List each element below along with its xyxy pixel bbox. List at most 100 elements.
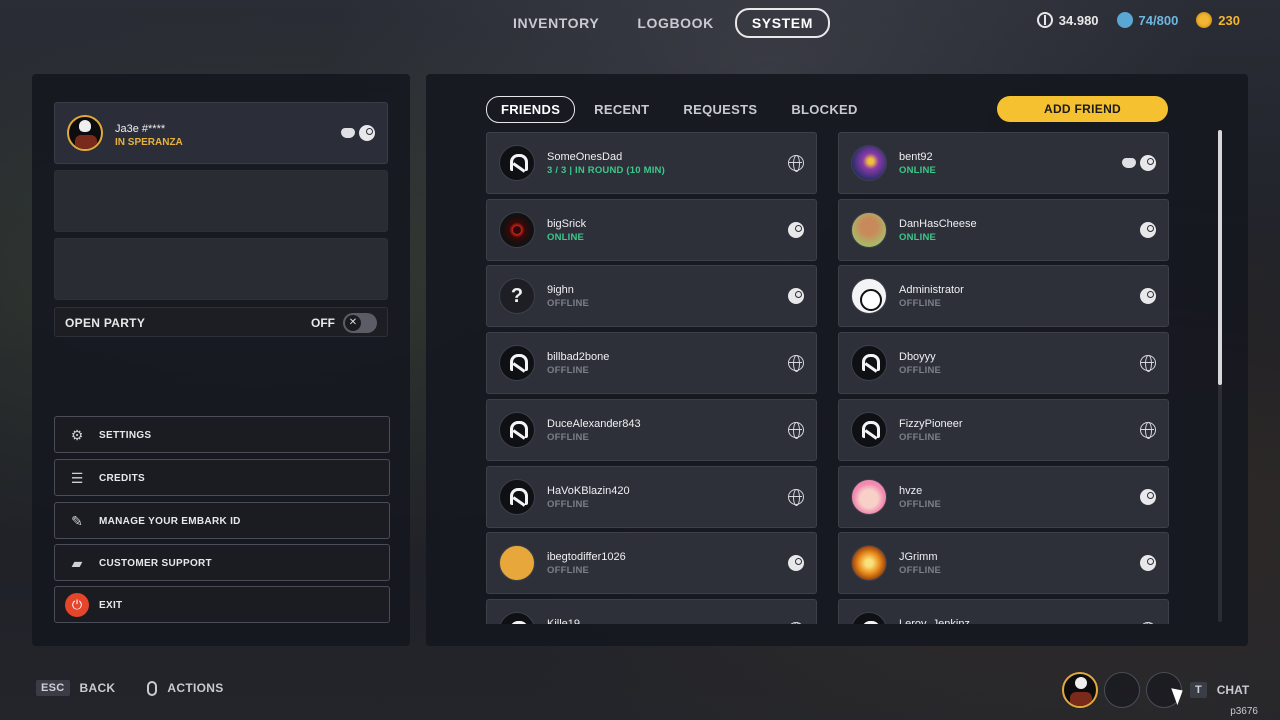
platform-icons <box>788 421 804 439</box>
tab-requests[interactable]: REQUESTS <box>668 96 772 123</box>
friend-status: OFFLINE <box>899 365 942 377</box>
open-party-toggle-row[interactable]: OPEN PARTY OFF ✕ <box>54 307 388 337</box>
add-friend-button[interactable]: ADD FRIEND <box>997 96 1168 122</box>
avatar <box>499 611 535 624</box>
friend-status: ONLINE <box>899 165 937 176</box>
friend-status: ONLINE <box>547 231 585 243</box>
friend-card[interactable]: FizzyPioneer OFFLINE <box>838 398 1169 461</box>
manage-id-label: MANAGE YOUR EMBARK ID <box>99 516 241 527</box>
friend-name: 9ighn <box>547 284 574 297</box>
steam-icon <box>1140 288 1156 305</box>
platform-icons <box>1140 221 1156 238</box>
friend-card[interactable]: HaVoKBlazin420 OFFLINE <box>486 465 817 528</box>
settings-button[interactable]: ⚙ SETTINGS <box>54 416 390 453</box>
credits-label: CREDITS <box>99 473 145 484</box>
friend-status: OFFLINE <box>899 298 942 310</box>
friend-name: DuceAlexander843 <box>547 417 641 430</box>
tab-logbook[interactable]: LOGBOOK <box>620 8 731 38</box>
coins-value: 34.980 <box>1058 12 1099 28</box>
friend-card[interactable]: billbad2bone OFFLINE <box>486 332 817 395</box>
back-button[interactable]: BACK <box>80 681 116 695</box>
friend-card[interactable]: Leroy_JenkinzOFFLINE <box>838 598 1169 624</box>
party-avatars <box>1062 672 1182 708</box>
party-slot-player[interactable]: Ja3e #**** IN SPERANZA <box>54 102 388 164</box>
credits-button[interactable]: ☰ CREDITS <box>54 459 390 496</box>
friend-card[interactable]: ? 9ighn OFFLINE <box>486 265 817 328</box>
globe-icon <box>788 421 804 439</box>
scrollbar[interactable] <box>1218 130 1222 622</box>
chat-key: T <box>1190 682 1207 698</box>
avatar <box>851 145 887 181</box>
platform-icons <box>1140 621 1156 624</box>
friend-card[interactable]: SomeOnesDad 3 / 3 | IN ROUND (10 MIN) <box>486 132 817 194</box>
steam-icon <box>359 125 375 141</box>
friend-name: FizzyPioneer <box>899 417 963 430</box>
friend-name: Kille19 <box>547 617 581 624</box>
friend-card[interactable]: DuceAlexander843 OFFLINE <box>486 398 817 461</box>
bottom-hints: ESC BACK ACTIONS <box>36 680 224 696</box>
friend-status: OFFLINE <box>547 365 590 377</box>
friend-card[interactable]: Dboyyy OFFLINE <box>838 332 1169 395</box>
platform-icons <box>788 155 804 172</box>
customer-support-button[interactable]: ▰ CUSTOMER SUPPORT <box>54 544 390 581</box>
tab-recent[interactable]: RECENT <box>579 96 664 123</box>
avatar <box>851 345 887 382</box>
friend-status: OFFLINE <box>899 498 942 510</box>
steam-icon <box>788 555 804 572</box>
friends-panel: FRIENDS RECENT REQUESTS BLOCKED ADD FRIE… <box>426 74 1248 646</box>
friend-card[interactable]: Administrator OFFLINE <box>838 265 1169 328</box>
friend-card[interactable]: bent92 ONLINE <box>838 132 1169 194</box>
tab-system[interactable]: SYSTEM <box>734 8 831 38</box>
coins-display: 34.980 <box>1036 12 1099 28</box>
discord-icon <box>1122 158 1136 168</box>
platform-icons <box>1140 288 1156 305</box>
build-version: p3676 <box>1230 706 1258 717</box>
avatar[interactable] <box>1062 672 1098 708</box>
party-slot-empty[interactable] <box>54 238 388 300</box>
avatar <box>851 411 887 448</box>
avatar <box>851 478 887 515</box>
platform-icons <box>788 221 804 238</box>
currency-bar: 34.980 74/800 230 <box>1036 12 1240 28</box>
friend-card[interactable]: DanHasCheese ONLINE <box>838 198 1169 261</box>
tab-blocked[interactable]: BLOCKED <box>776 96 872 123</box>
friend-card[interactable]: Kille19OFFLINE <box>486 598 817 624</box>
friend-name: JGrimm <box>899 551 938 564</box>
tab-friends[interactable]: FRIENDS <box>486 96 576 123</box>
manage-embark-id-button[interactable]: ✎ MANAGE YOUR EMBARK ID <box>54 502 390 539</box>
party-slot-empty[interactable] <box>54 170 388 232</box>
friend-name: hvze <box>899 484 923 497</box>
friend-status: OFFLINE <box>547 431 590 443</box>
platform-icons <box>1140 421 1156 439</box>
coins-icon <box>1036 12 1053 28</box>
exit-button[interactable]: ⏻ EXIT <box>54 586 390 623</box>
friend-card[interactable]: bigSrick ONLINE <box>486 198 817 261</box>
close-icon: ✕ <box>345 315 361 331</box>
friend-name: Dboyyy <box>899 351 936 364</box>
esc-key: ESC <box>36 680 70 696</box>
settings-label: SETTINGS <box>99 430 152 441</box>
friend-name: SomeOnesDad <box>547 151 623 163</box>
actions-label[interactable]: ACTIONS <box>167 681 223 695</box>
friend-card[interactable]: ibegtodiffer1026 OFFLINE <box>486 532 817 595</box>
friend-status: OFFLINE <box>899 565 942 577</box>
chat-hint[interactable]: T CHAT <box>1190 682 1249 698</box>
open-party-toggle[interactable]: ✕ <box>343 313 377 333</box>
globe-icon <box>1140 355 1156 373</box>
id-icon: ✎ <box>71 513 83 529</box>
friend-card[interactable]: hvze OFFLINE <box>838 465 1169 528</box>
steam-icon <box>788 288 804 305</box>
platform-icons <box>788 355 804 373</box>
tab-inventory[interactable]: INVENTORY <box>496 8 616 38</box>
gear-icon: ⚙ <box>70 427 84 443</box>
friend-list[interactable]: SomeOnesDad 3 / 3 | IN ROUND (10 MIN) bent… <box>486 132 1170 624</box>
friends-tabs: FRIENDS RECENT REQUESTS BLOCKED <box>486 96 873 123</box>
friend-status: OFFLINE <box>547 565 590 577</box>
scrollbar-thumb[interactable] <box>1218 130 1222 385</box>
friend-card[interactable]: JGrimm OFFLINE <box>838 532 1169 595</box>
friend-name: Administrator <box>899 284 964 297</box>
empty-party-slot[interactable] <box>1104 672 1140 708</box>
avatar <box>67 115 103 151</box>
friend-status: 3 / 3 | IN ROUND (10 MIN) <box>547 165 665 176</box>
friend-name: ibegtodiffer1026 <box>547 551 626 564</box>
